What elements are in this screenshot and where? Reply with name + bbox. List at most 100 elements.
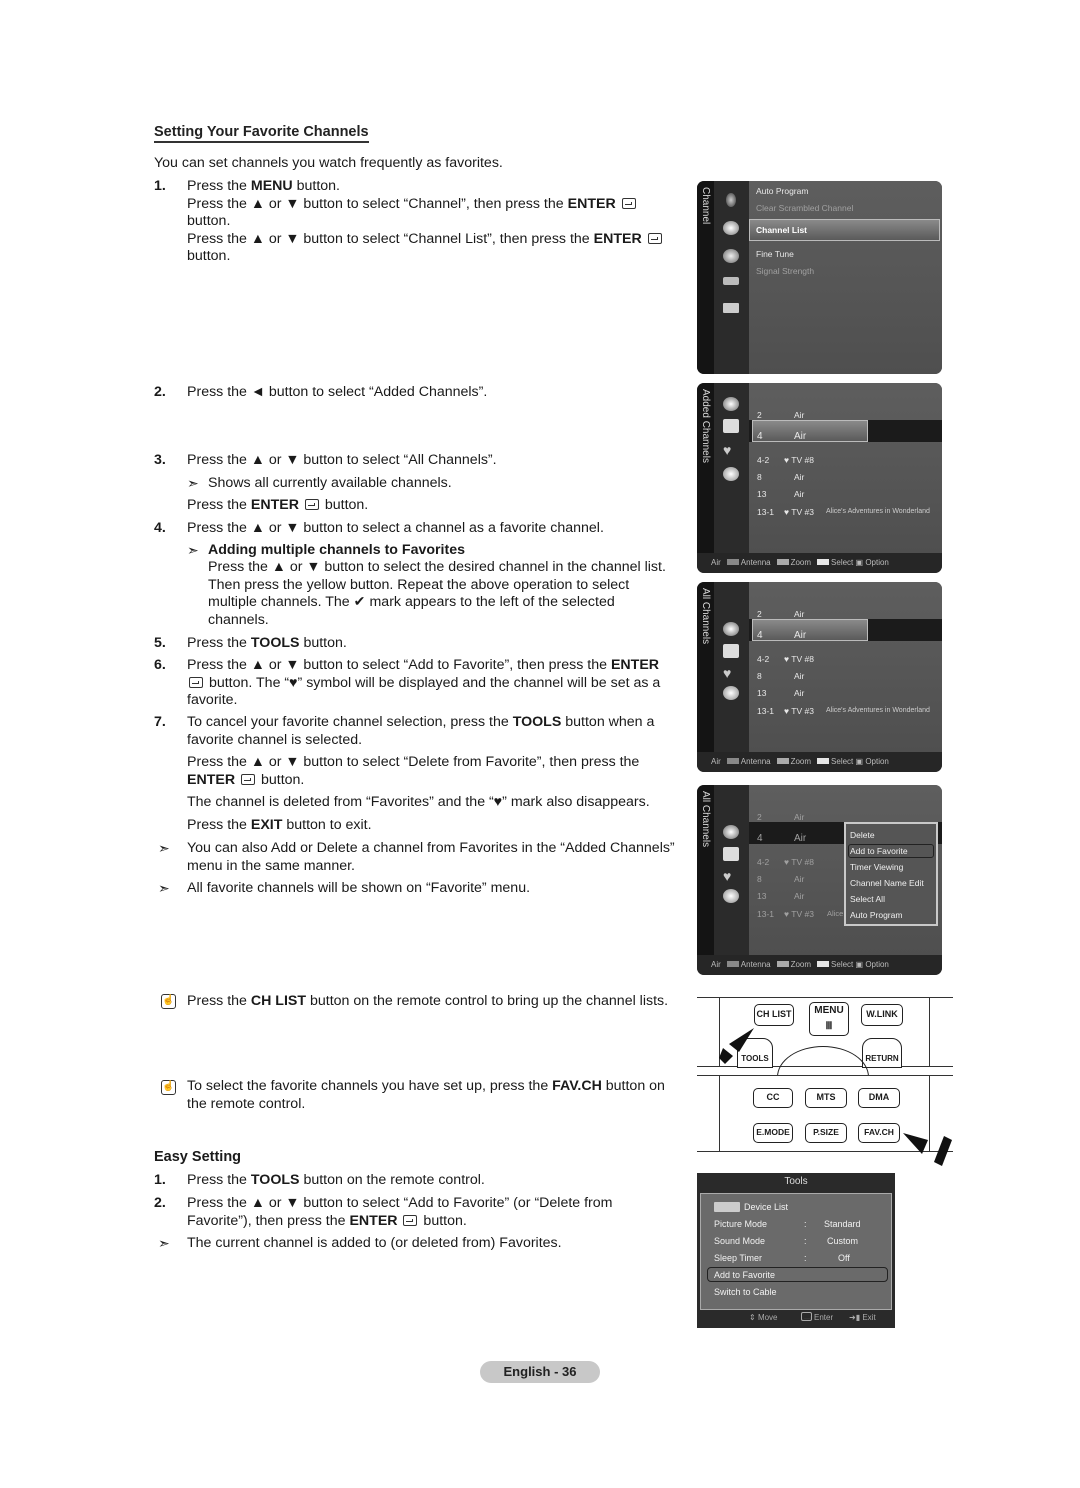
favorite-heart-icon[interactable]: ♥ bbox=[723, 443, 739, 457]
step-4-subtitle: Adding multiple channels to Favorites bbox=[208, 542, 465, 558]
channel-name[interactable]: Air bbox=[794, 630, 806, 641]
programmed-icon[interactable] bbox=[723, 889, 739, 903]
menu-item-channel-list[interactable]: Channel List bbox=[756, 225, 807, 235]
menu-item-signal-strength[interactable]: Signal Strength bbox=[756, 266, 814, 276]
mts-button[interactable]: MTS bbox=[805, 1088, 847, 1108]
channel-name[interactable]: ♥ TV #3 bbox=[784, 507, 814, 517]
channel-name[interactable]: Air bbox=[794, 812, 804, 822]
channel-number[interactable]: 13-1 bbox=[757, 507, 774, 517]
return-button[interactable]: RETURN bbox=[862, 1038, 902, 1068]
all-channels-icon[interactable] bbox=[723, 825, 739, 839]
channel-name[interactable]: Air bbox=[794, 472, 804, 482]
channel-name[interactable]: Air bbox=[794, 891, 804, 901]
channel-name[interactable]: ♥ TV #8 bbox=[784, 455, 814, 465]
channel-name[interactable]: Air bbox=[794, 609, 804, 619]
gear-icon bbox=[723, 249, 739, 263]
zoom-label: Zoom bbox=[790, 558, 812, 567]
channel-number[interactable]: 8 bbox=[757, 671, 762, 681]
channel-number[interactable]: 8 bbox=[757, 472, 762, 482]
favorite-heart-icon[interactable]: ♥ bbox=[723, 869, 739, 883]
channel-footer: Air Antenna Zoom Select ▣ Option bbox=[697, 752, 942, 772]
menu-item-fine-tune[interactable]: Fine Tune bbox=[756, 249, 794, 259]
channel-number[interactable]: 4-2 bbox=[757, 857, 769, 867]
select-label: Select bbox=[831, 558, 854, 567]
channel-name[interactable]: Air bbox=[794, 410, 804, 420]
exit-keyword: EXIT bbox=[250, 817, 283, 833]
tools-device-list[interactable]: Device List bbox=[744, 1202, 788, 1212]
channel-number[interactable]: 13-1 bbox=[757, 909, 774, 919]
channel-name[interactable]: Air bbox=[794, 688, 804, 698]
dma-button[interactable]: DMA bbox=[858, 1088, 900, 1108]
added-channels-icon[interactable] bbox=[723, 847, 739, 861]
tools-add-to-favorite[interactable]: Add to Favorite bbox=[714, 1270, 775, 1280]
tools-sleep-timer-value: Off bbox=[838, 1253, 850, 1263]
programmed-icon[interactable] bbox=[723, 686, 739, 700]
context-menu-item[interactable]: Delete bbox=[850, 830, 875, 840]
menu-label: MENU bbox=[814, 1005, 844, 1016]
channel-number[interactable]: 13 bbox=[757, 891, 766, 901]
enter-label: Enter bbox=[814, 1313, 834, 1322]
menu-button[interactable]: MENU Ⅲ bbox=[809, 1002, 849, 1036]
channel-footer: Air Antenna Zoom Select ▣ Option bbox=[697, 553, 942, 573]
channel-number[interactable]: 13 bbox=[757, 489, 766, 499]
channel-name[interactable]: ♥ TV #3 bbox=[784, 706, 814, 716]
favorite-heart-icon[interactable]: ♥ bbox=[723, 666, 739, 680]
context-menu-item[interactable]: Select All bbox=[850, 894, 885, 904]
menu-item-auto-program[interactable]: Auto Program bbox=[756, 186, 808, 196]
channel-tab[interactable]: Added Channels bbox=[697, 383, 714, 553]
psize-button[interactable]: P.SIZE bbox=[805, 1123, 847, 1143]
channel-number[interactable]: 4-2 bbox=[757, 654, 769, 664]
channel-number[interactable]: 2 bbox=[757, 410, 762, 420]
ch-list-button[interactable]: CH LIST bbox=[754, 1004, 794, 1026]
channel-number[interactable]: 8 bbox=[757, 874, 762, 884]
step-5-number: 5. bbox=[154, 635, 166, 651]
channel-number[interactable]: 13-1 bbox=[757, 706, 774, 716]
yellow-button-swatch bbox=[817, 559, 830, 565]
channel-number[interactable]: 13 bbox=[757, 688, 766, 698]
text: Press the bbox=[187, 635, 251, 651]
channel-name[interactable]: Air bbox=[794, 874, 804, 884]
channel-name[interactable]: ♥ TV #8 bbox=[784, 654, 814, 664]
all-channels-icon[interactable] bbox=[723, 622, 739, 636]
wlink-button[interactable]: W.LINK bbox=[861, 1004, 903, 1026]
channel-number[interactable]: 4 bbox=[757, 630, 763, 641]
red-button-swatch bbox=[726, 961, 739, 967]
channel-number[interactable]: 4 bbox=[757, 833, 763, 844]
menu-icon: Ⅲ bbox=[825, 1021, 833, 1032]
context-menu-item[interactable]: Auto Program bbox=[850, 910, 902, 920]
tools-picture-mode-label[interactable]: Picture Mode bbox=[714, 1219, 767, 1229]
channel-tab[interactable]: All Channels bbox=[697, 785, 714, 955]
channel-name[interactable]: ♥ TV #3 bbox=[784, 909, 814, 919]
channel-number[interactable]: 4-2 bbox=[757, 455, 769, 465]
favch-button[interactable]: FAV.CH bbox=[858, 1123, 900, 1143]
tools-sleep-timer-label[interactable]: Sleep Timer bbox=[714, 1253, 762, 1263]
added-channels-icon[interactable] bbox=[723, 644, 739, 658]
channel-name[interactable]: Air bbox=[794, 431, 806, 442]
menu-item-clear-scrambled[interactable]: Clear Scrambled Channel bbox=[756, 203, 853, 213]
channel-name[interactable]: ♥ TV #8 bbox=[784, 857, 814, 867]
channel-name[interactable]: Air bbox=[794, 833, 806, 844]
channel-icon-strip: ♥ bbox=[714, 383, 749, 553]
added-channels-icon[interactable] bbox=[723, 419, 739, 433]
context-menu-item[interactable]: Timer Viewing bbox=[850, 862, 903, 872]
channel-number[interactable]: 2 bbox=[757, 609, 762, 619]
channel-tab[interactable]: All Channels bbox=[697, 582, 714, 752]
cc-button[interactable]: CC bbox=[753, 1088, 793, 1108]
enter-icon bbox=[304, 499, 319, 510]
emode-button[interactable]: E.MODE bbox=[753, 1123, 793, 1143]
step-4-text: Press the ▲ or ▼ button to select a chan… bbox=[187, 520, 604, 536]
text: button. bbox=[187, 213, 231, 229]
channel-name[interactable]: Air bbox=[794, 671, 804, 681]
text: Press the bbox=[187, 993, 251, 1009]
channel-name[interactable]: Air bbox=[794, 489, 804, 499]
channel-program: Alice's Adventures in Wonderland bbox=[826, 707, 930, 714]
context-menu-item[interactable]: Channel Name Edit bbox=[850, 878, 924, 888]
step-1-number: 1. bbox=[154, 178, 166, 194]
step-7-delete: Press the ▲ or ▼ button to select “Delet… bbox=[187, 754, 677, 789]
all-channels-icon[interactable] bbox=[723, 397, 739, 411]
channel-number[interactable]: 4 bbox=[757, 431, 763, 442]
channel-number[interactable]: 2 bbox=[757, 812, 762, 822]
programmed-icon[interactable] bbox=[723, 467, 739, 481]
tools-sound-mode-label[interactable]: Sound Mode bbox=[714, 1236, 765, 1246]
tools-switch-to-cable[interactable]: Switch to Cable bbox=[714, 1287, 777, 1297]
